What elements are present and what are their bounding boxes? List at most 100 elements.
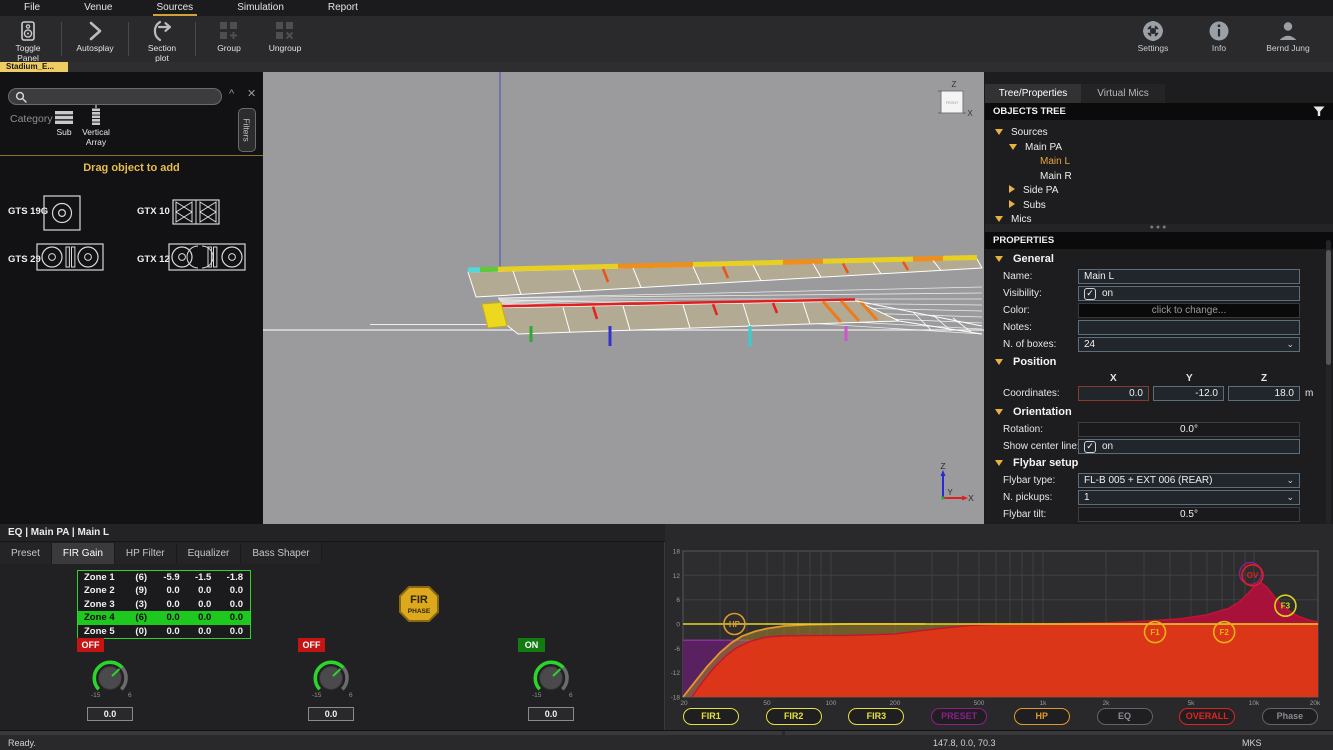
section-arrow-icon[interactable] — [995, 256, 1003, 262]
notes-field[interactable] — [1078, 320, 1300, 335]
fir1-curve-button[interactable]: FIR1 — [683, 708, 739, 725]
tab-preset[interactable]: Preset — [0, 543, 52, 564]
collapse-arrow-icon[interactable] — [1009, 200, 1015, 208]
section-position[interactable]: Position — [1013, 356, 1056, 368]
visibility-field[interactable]: ✓ on — [1078, 286, 1300, 301]
section-arrow-icon[interactable] — [995, 460, 1003, 466]
fir1-state-badge[interactable]: OFF — [77, 638, 104, 652]
tab-bass-shaper[interactable]: Bass Shaper — [241, 543, 321, 564]
close-panel-icon[interactable]: ✕ — [247, 87, 256, 100]
properties-header: PROPERTIES — [985, 232, 1333, 249]
section-plot-icon — [150, 20, 174, 42]
eq-curve-button[interactable]: EQ — [1097, 708, 1153, 725]
phase-curve-button[interactable]: Phase — [1262, 708, 1318, 725]
library-item-gtx10[interactable] — [172, 198, 220, 226]
section-plot-button[interactable]: Sectionplot — [134, 17, 190, 61]
overall-curve-button[interactable]: OVERALL — [1179, 708, 1235, 725]
fir1-gain-value[interactable]: 0.0 — [87, 707, 133, 721]
filters-button[interactable]: Filters — [238, 108, 256, 152]
section-general[interactable]: General — [1013, 253, 1054, 265]
flybar-tilt-field[interactable]: 0.5° — [1078, 507, 1300, 522]
flybar-type-select[interactable]: FL-B 005 + EXT 006 (REAR)⌄ — [1078, 473, 1300, 488]
info-button[interactable]: Info — [1191, 17, 1247, 61]
tree-item-main-pa[interactable]: Main PA — [1009, 141, 1062, 155]
coordinate-y-field[interactable]: -12.0 — [1153, 386, 1224, 401]
tab-hp-filter[interactable]: HP Filter — [115, 543, 177, 564]
library-item-gts19g[interactable] — [42, 194, 82, 232]
panel-splitter[interactable]: ●●● — [985, 224, 1333, 232]
gain-knob[interactable]: -15 6 — [523, 654, 579, 704]
menu-simulation[interactable]: Simulation — [233, 0, 288, 16]
color-field[interactable]: click to change... — [1078, 303, 1300, 318]
section-arrow-icon[interactable] — [995, 409, 1003, 415]
coordinates-label: Coordinates: — [1003, 388, 1060, 399]
section-viewport[interactable]: Z FRONT X Z Y X — [263, 72, 984, 524]
coordinate-x-field[interactable]: 0.0 — [1078, 386, 1149, 401]
fir3-curve-button[interactable]: FIR3 — [848, 708, 904, 725]
tree-item-subs[interactable]: Subs — [1009, 199, 1046, 213]
settings-button[interactable]: Settings — [1125, 17, 1181, 61]
user-button[interactable]: Bernd Jung — [1257, 17, 1319, 61]
fir3-state-badge[interactable]: ON — [518, 638, 545, 652]
coordinate-z-field[interactable]: 18.0 — [1228, 386, 1300, 401]
zone-row-selected[interactable]: Zone 4(6) 0.00.00.0 — [78, 611, 250, 624]
menu-sources[interactable]: Sources — [153, 0, 198, 16]
centerline-field[interactable]: ✓ on — [1078, 439, 1300, 454]
menu-venue[interactable]: Venue — [80, 0, 116, 16]
view-cube[interactable]: Z FRONT X — [932, 78, 974, 122]
tree-item-main-l[interactable]: Main L — [1040, 155, 1070, 169]
library-item-gtx12[interactable] — [168, 242, 246, 272]
gain-knob[interactable]: -15 6 — [82, 654, 138, 704]
tab-equalizer[interactable]: Equalizer — [177, 543, 242, 564]
toggle-panel-button[interactable]: TogglePanel — [0, 17, 56, 61]
category-sub[interactable]: Sub — [48, 110, 80, 138]
group-button[interactable]: Group — [201, 17, 257, 61]
fir3-gain-value[interactable]: 0.0 — [528, 707, 574, 721]
expand-arrow-icon[interactable] — [995, 216, 1003, 222]
svg-text:200: 200 — [890, 700, 901, 706]
collapse-panel-icon[interactable]: ^ — [229, 88, 234, 100]
gain-knob[interactable]: -15 6 — [303, 654, 359, 704]
scrollbar-thumb[interactable] — [1326, 250, 1331, 365]
fir2-gain-value[interactable]: 0.0 — [308, 707, 354, 721]
section-arrow-icon[interactable] — [995, 359, 1003, 365]
svg-text:PHASE: PHASE — [408, 608, 431, 615]
autosplay-button[interactable]: Autosplay — [67, 17, 123, 61]
hp-curve-button[interactable]: HP — [1014, 708, 1070, 725]
zone-row[interactable]: Zone 5(0) 0.00.00.0 — [78, 625, 250, 638]
collapse-arrow-icon[interactable] — [1009, 185, 1015, 193]
boxes-select[interactable]: 24⌄ — [1078, 337, 1300, 352]
tree-item-main-r[interactable]: Main R — [1040, 170, 1072, 184]
fir2-curve-button[interactable]: FIR2 — [766, 708, 822, 725]
zone-row[interactable]: Zone 2(9) 0.00.00.0 — [78, 584, 250, 597]
category-vertical-array[interactable]: VerticalArray — [78, 105, 114, 147]
properties-scrollbar[interactable] — [1326, 240, 1331, 524]
expand-arrow-icon[interactable] — [995, 129, 1003, 135]
svg-text:6: 6 — [569, 692, 573, 699]
rotation-field[interactable]: 0.0° — [1078, 422, 1300, 437]
menu-file[interactable]: File — [20, 0, 44, 16]
zone-row[interactable]: Zone 3(3) 0.00.00.0 — [78, 598, 250, 611]
tab-tree-properties[interactable]: Tree/Properties — [985, 84, 1081, 103]
tree-item-sources[interactable]: Sources — [995, 126, 1048, 140]
tab-fir-gain[interactable]: FIR Gain — [52, 543, 115, 564]
zone-row[interactable]: Zone 1(6) -5.9-1.5-1.8 — [78, 571, 250, 584]
library-item-gts29[interactable] — [36, 242, 104, 272]
preset-curve-button[interactable]: PRESET — [931, 708, 987, 725]
tree-item-side-pa[interactable]: Side PA — [1009, 184, 1058, 198]
ungroup-button[interactable]: Ungroup — [257, 17, 313, 61]
section-flybar[interactable]: Flybar setup — [1013, 457, 1078, 469]
eq-transfer-chart[interactable]: HP F1 F2 OV F3 18 12 6 0 -6 — [665, 524, 1333, 706]
visibility-checkbox[interactable]: ✓ — [1084, 288, 1096, 300]
expand-arrow-icon[interactable] — [1009, 144, 1017, 150]
tab-virtual-mics[interactable]: Virtual Mics — [1081, 84, 1165, 103]
section-orientation[interactable]: Orientation — [1013, 406, 1072, 418]
name-field[interactable]: Main L — [1078, 269, 1300, 284]
document-tab[interactable]: Stadium_E... — [0, 62, 68, 72]
pickups-select[interactable]: 1⌄ — [1078, 490, 1300, 505]
fir2-state-badge[interactable]: OFF — [298, 638, 325, 652]
tree-filter-icon[interactable] — [1313, 106, 1325, 117]
search-input[interactable] — [8, 88, 222, 105]
centerline-checkbox[interactable]: ✓ — [1084, 441, 1096, 453]
menu-report[interactable]: Report — [324, 0, 362, 16]
